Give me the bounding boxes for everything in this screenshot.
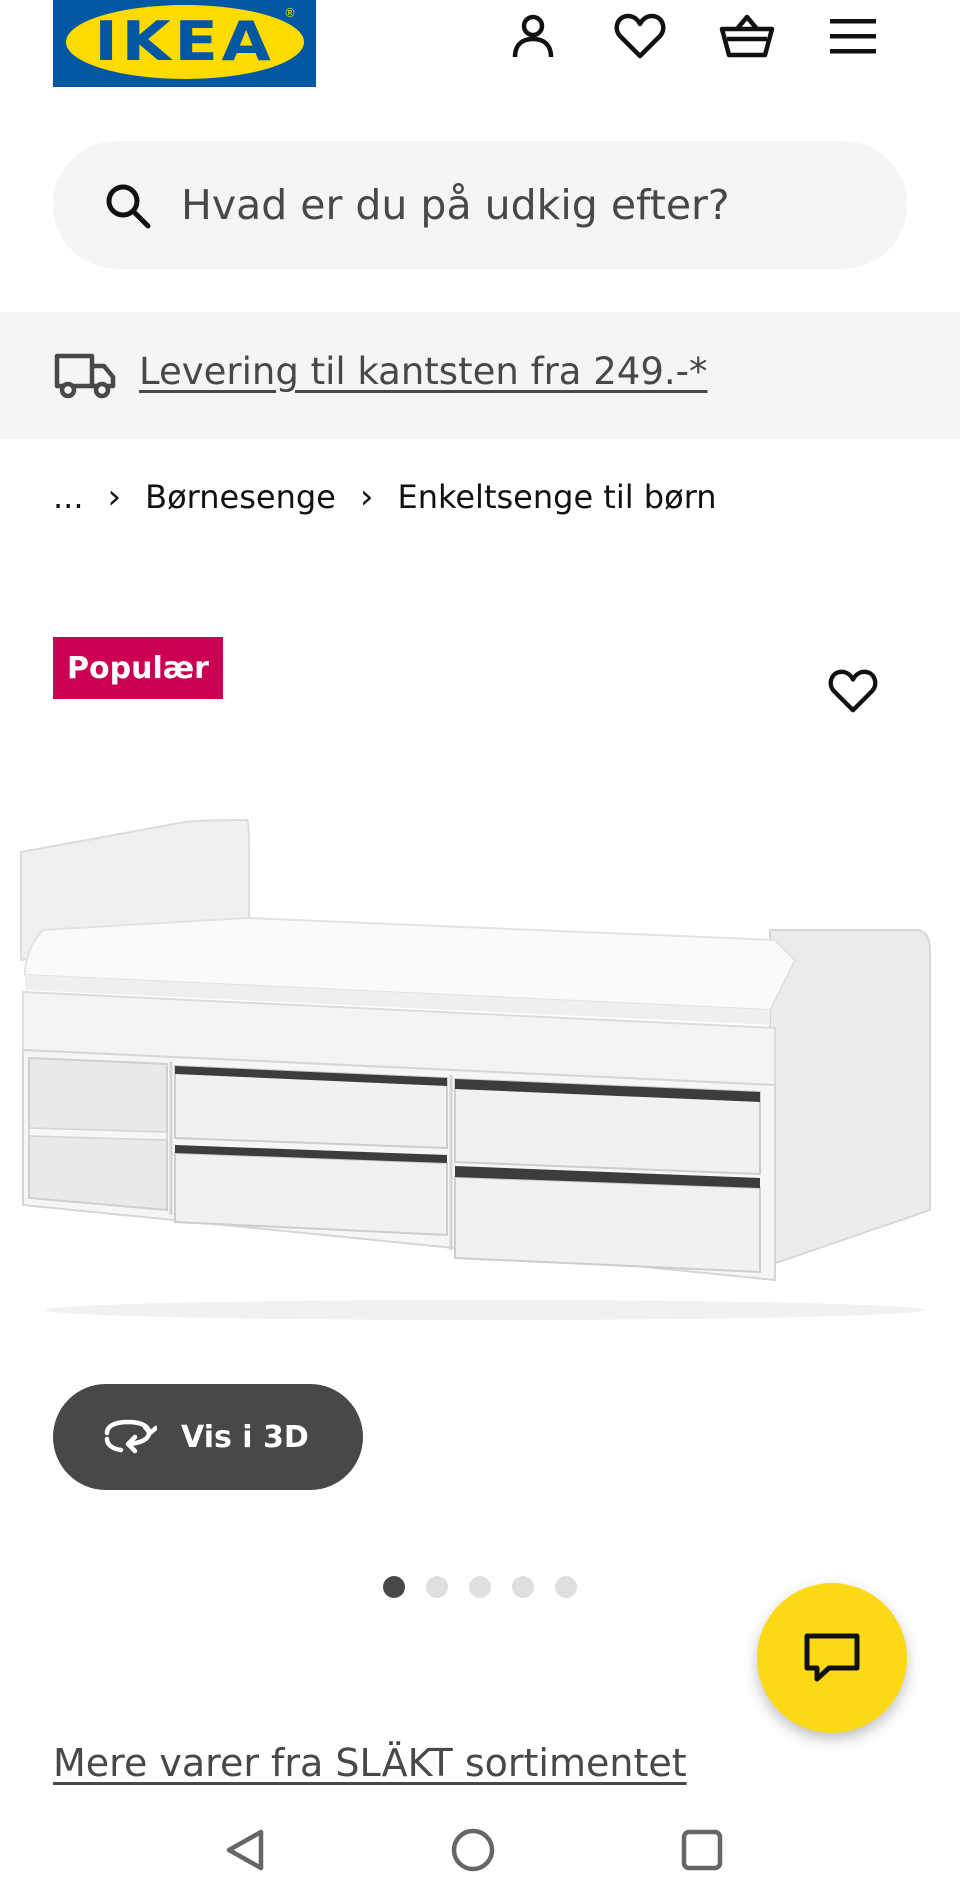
- carousel-indicator: [383, 1576, 577, 1598]
- popular-badge: Populær: [53, 637, 223, 699]
- breadcrumb-item-enkeltsenge[interactable]: Enkeltsenge til børn: [397, 478, 716, 516]
- chat-button[interactable]: [757, 1583, 907, 1733]
- heart-icon[interactable]: [612, 8, 668, 64]
- range-link[interactable]: Mere varer fra SLÄKT sortimentet: [53, 1741, 687, 1785]
- view-in-3d-label: Vis i 3D: [181, 1419, 309, 1455]
- search-bar[interactable]: [53, 141, 907, 269]
- recents-button[interactable]: [672, 1820, 732, 1880]
- recents-icon: [681, 1829, 723, 1871]
- hamburger-menu-icon[interactable]: [825, 8, 881, 64]
- basket-icon[interactable]: [719, 8, 775, 64]
- system-nav-bar: [0, 1800, 960, 1902]
- carousel-dot-2[interactable]: [426, 1576, 448, 1598]
- chat-bubble-icon: [804, 1633, 860, 1682]
- breadcrumb: ... › Børnesenge › Enkeltsenge til børn: [53, 475, 717, 519]
- delivery-banner: Levering til kantsten fra 249.-*: [0, 312, 960, 439]
- carousel-dot-5[interactable]: [555, 1576, 577, 1598]
- back-button[interactable]: [215, 1820, 275, 1880]
- logo-registered-mark: ®: [284, 6, 296, 20]
- logo-ellipse: IKEA: [65, 4, 304, 79]
- breadcrumb-separator: ›: [107, 477, 122, 517]
- header: IKEA ®: [0, 0, 960, 130]
- heart-icon: [828, 669, 878, 713]
- view-in-3d-button[interactable]: Vis i 3D: [53, 1384, 363, 1490]
- carousel-dot-1[interactable]: [383, 1576, 405, 1598]
- home-icon: [451, 1828, 495, 1872]
- ikea-logo[interactable]: IKEA ®: [53, 0, 316, 87]
- carousel-dot-3[interactable]: [469, 1576, 491, 1598]
- breadcrumb-separator: ›: [359, 477, 374, 517]
- breadcrumb-ellipsis[interactable]: ...: [53, 478, 84, 516]
- product-image[interactable]: [15, 810, 945, 1330]
- breadcrumb-item-boernesenge[interactable]: Børnesenge: [145, 478, 336, 516]
- truck-icon: [54, 353, 116, 399]
- home-button[interactable]: [443, 1820, 503, 1880]
- person-icon[interactable]: [505, 8, 561, 64]
- search-input[interactable]: [181, 171, 861, 239]
- add-to-favorites-button[interactable]: [822, 660, 884, 722]
- delivery-link[interactable]: Levering til kantsten fra 249.-*: [139, 350, 707, 393]
- carousel-dot-4[interactable]: [512, 1576, 534, 1598]
- search-icon: [106, 184, 151, 229]
- back-icon: [226, 1829, 264, 1871]
- rotate-arrows-icon: [104, 1419, 157, 1454]
- logo-text: IKEA: [94, 10, 275, 73]
